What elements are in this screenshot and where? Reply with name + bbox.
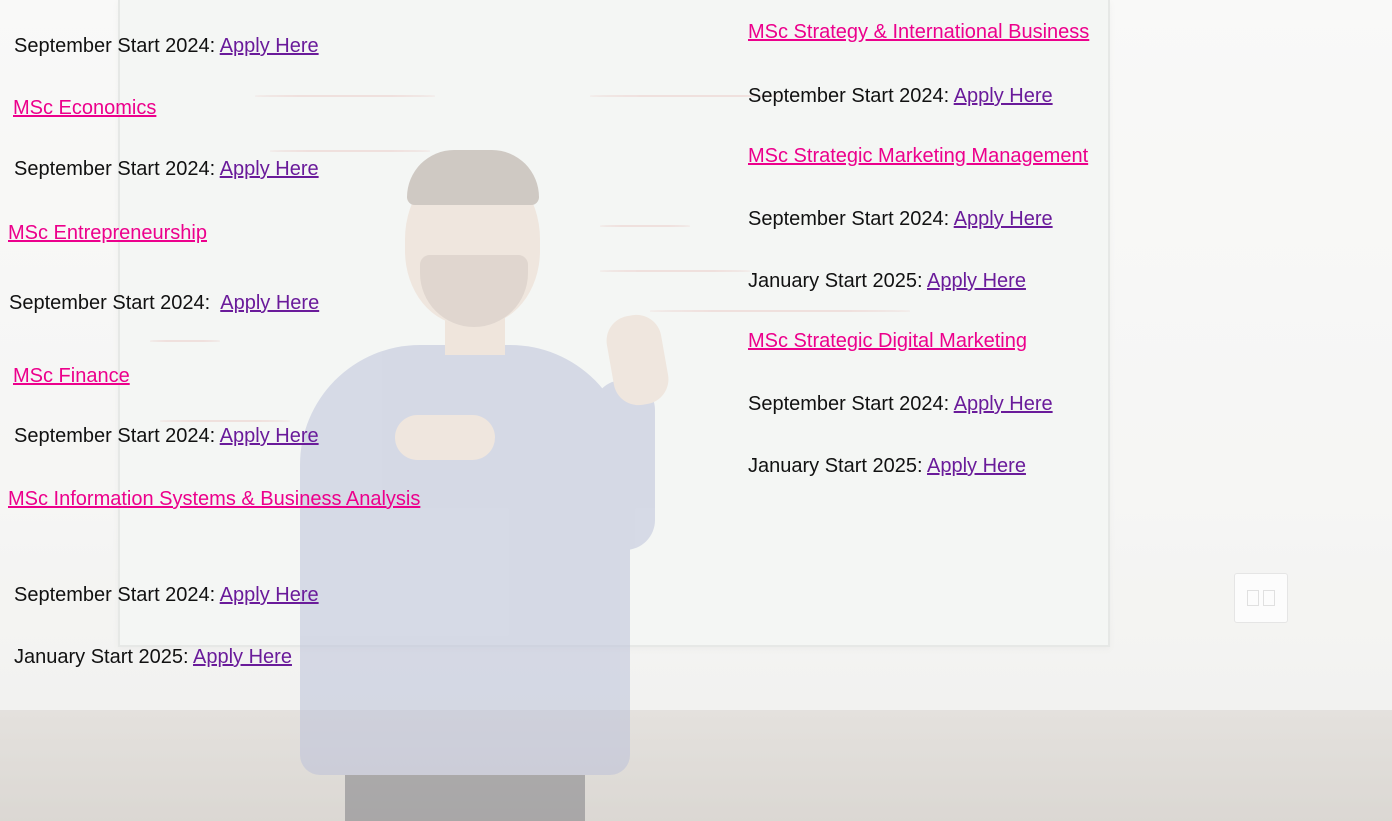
apply-here-link[interactable]: Apply Here [220,425,319,447]
start-line: January Start 2025: Apply Here [748,269,1026,293]
msc-strategic-digital-marketing-link[interactable]: MSc Strategic Digital Marketing [748,330,1027,352]
start-line: September Start 2024: Apply Here [9,291,319,315]
programme-line: MSc Economics [13,96,156,120]
apply-here-link[interactable]: Apply Here [954,208,1053,230]
apply-here-link[interactable]: Apply Here [220,584,319,606]
start-line: September Start 2024: Apply Here [14,157,319,181]
msc-strategy-international-business-link[interactable]: MSc Strategy & International Business [748,21,1089,43]
programme-list: September Start 2024: Apply Here MSc Eco… [0,0,1392,821]
apply-here-link[interactable]: Apply Here [927,455,1026,477]
programme-line: MSc Strategy & International Business [748,20,1089,44]
apply-here-link[interactable]: Apply Here [220,35,319,57]
start-label: September Start 2024: [748,208,954,230]
start-label: January Start 2025: [748,270,928,292]
apply-here-link[interactable]: Apply Here [220,158,319,180]
start-line: September Start 2024: Apply Here [748,84,1053,108]
programme-line: MSc Strategic Digital Marketing [748,329,1027,353]
start-label: January Start 2025: [748,455,928,477]
apply-here-link[interactable]: Apply Here [954,85,1053,107]
start-label: September Start 2024: [14,425,220,447]
apply-here-link[interactable]: Apply Here [220,292,319,314]
start-label: September Start 2024: [14,584,220,606]
start-label: September Start 2024: [14,35,220,57]
start-label: January Start 2025: [14,646,194,668]
start-line: January Start 2025: Apply Here [748,454,1026,478]
msc-entrepreneurship-link[interactable]: MSc Entrepreneurship [8,222,207,244]
apply-here-link[interactable]: Apply Here [954,393,1053,415]
start-label: September Start 2024: [748,85,954,107]
msc-strategic-marketing-management-link[interactable]: MSc Strategic Marketing Management [748,145,1088,167]
start-label: September Start 2024: [748,393,954,415]
programme-line: MSc Strategic Marketing Management [748,144,1088,168]
msc-economics-link[interactable]: MSc Economics [13,97,156,119]
start-line: September Start 2024: Apply Here [748,392,1053,416]
start-label: September Start 2024: [9,292,221,314]
start-line: September Start 2024: Apply Here [14,424,319,448]
start-line: January Start 2025: Apply Here [14,645,292,669]
programme-line: MSc Finance [13,364,130,388]
msc-information-systems-link[interactable]: MSc Information Systems & Business Analy… [8,488,420,510]
programme-line: MSc Entrepreneurship [8,221,207,245]
apply-here-link[interactable]: Apply Here [193,646,292,668]
apply-here-link[interactable]: Apply Here [927,270,1026,292]
start-line: September Start 2024: Apply Here [14,34,319,58]
msc-finance-link[interactable]: MSc Finance [13,365,130,387]
start-label: September Start 2024: [14,158,220,180]
programme-line: MSc Information Systems & Business Analy… [8,484,468,514]
start-line: September Start 2024: Apply Here [14,583,319,607]
start-line: September Start 2024: Apply Here [748,207,1053,231]
